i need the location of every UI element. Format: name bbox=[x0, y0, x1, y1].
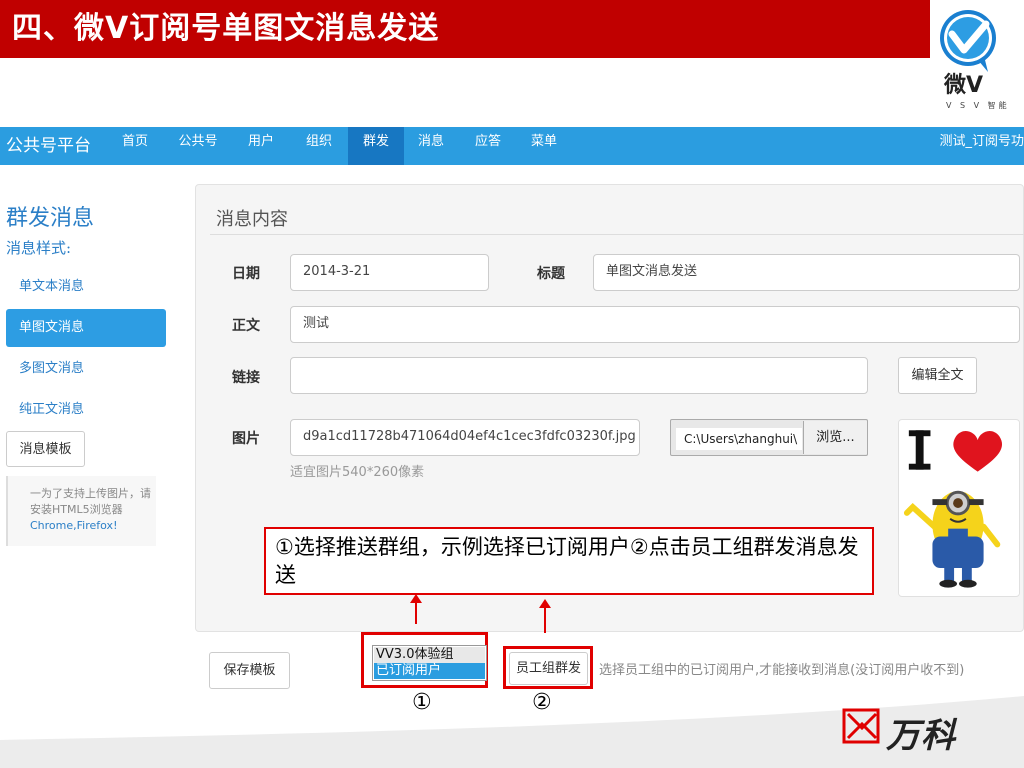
body-input[interactable]: 测试 bbox=[290, 306, 1020, 343]
account-name[interactable]: 测试_订阅号功 bbox=[939, 127, 1024, 165]
platform-brand[interactable]: 公共号平台 bbox=[6, 127, 91, 165]
body-label: 正文 bbox=[232, 318, 260, 334]
sidebar-item-single-text[interactable]: 单文本消息 bbox=[6, 268, 166, 306]
sidebar-title: 群发消息 bbox=[6, 206, 95, 231]
nav-item-auto-reply[interactable]: 应答 bbox=[465, 127, 511, 165]
image-filename-input[interactable]: d9a1cd11728b471064d04ef4c1cec3fdfc03230f… bbox=[290, 419, 640, 456]
image-size-hint: 适宜图片540*260像素 bbox=[290, 465, 425, 480]
nav-item-users[interactable]: 用户 bbox=[238, 127, 284, 165]
employee-group-send-button[interactable]: 员工组群发 bbox=[509, 652, 588, 685]
image-label: 图片 bbox=[232, 431, 260, 447]
subject-label: 标题 bbox=[537, 266, 565, 282]
group-send-hint: 选择员工组中的已订阅用户,才能接收到消息(没订阅用户收不到) bbox=[599, 663, 965, 678]
sidebar-item-single-image-text[interactable]: 单图文消息 bbox=[6, 309, 166, 347]
nav-item-public-account[interactable]: 公共号 bbox=[170, 127, 226, 165]
nav-item-menu[interactable]: 菜单 bbox=[521, 127, 567, 165]
date-input[interactable]: 2014-3-21 bbox=[290, 254, 489, 291]
browser-notice-suffix: ! bbox=[113, 519, 118, 532]
message-template-button[interactable]: 消息模板 bbox=[6, 431, 85, 467]
sidebar-subtitle: 消息样式: bbox=[6, 239, 72, 257]
group-option-subscribed[interactable]: 已订阅用户 bbox=[374, 663, 485, 679]
vanke-logo-icon bbox=[842, 708, 880, 744]
nav-item-messages[interactable]: 消息 bbox=[408, 127, 454, 165]
logo-wordmark: 微V bbox=[944, 73, 984, 98]
date-label: 日期 bbox=[232, 266, 260, 282]
instruction-text: ①选择推送群组，示例选择已订阅用户②点击员工组群发消息发送 bbox=[275, 535, 859, 587]
save-template-button[interactable]: 保存模板 bbox=[209, 652, 290, 689]
sidebar-item-multi-image-text[interactable]: 多图文消息 bbox=[6, 350, 166, 388]
arrow-shaft bbox=[544, 607, 546, 633]
vanke-wordmark: 万科 bbox=[886, 716, 956, 756]
browser-notice: 一为了支持上传图片，请安装HTML5浏览器 Chrome,Firefox! bbox=[6, 476, 156, 546]
panel-divider bbox=[210, 234, 1024, 235]
link-label: 链接 bbox=[232, 370, 260, 386]
browser-notice-text: 一为了支持上传图片，请安装HTML5浏览器 bbox=[30, 487, 151, 516]
nav-item-mass-send[interactable]: 群发 bbox=[348, 127, 404, 165]
logo-subtext: V S V 智能 bbox=[946, 101, 1010, 110]
slide-title: 四、微V订阅号单图文消息发送 bbox=[12, 11, 440, 46]
group-option-vv30[interactable]: VV3.0体验组 bbox=[374, 647, 485, 663]
browser-notice-browsers: Chrome,Firefox bbox=[30, 519, 114, 532]
file-path-field[interactable]: C:\Users\zhanghui\ bbox=[676, 428, 802, 450]
panel-title: 消息内容 bbox=[216, 209, 288, 230]
edit-full-text-button[interactable]: 编辑全文 bbox=[898, 357, 977, 394]
sidebar-item-plain-body[interactable]: 纯正文消息 bbox=[6, 391, 166, 429]
subject-input[interactable]: 单图文消息发送 bbox=[593, 254, 1020, 291]
image-preview bbox=[898, 419, 1020, 597]
link-input[interactable] bbox=[290, 357, 868, 394]
nav-item-organization[interactable]: 组织 bbox=[296, 127, 342, 165]
nav-item-home[interactable]: 首页 bbox=[112, 127, 158, 165]
browse-button[interactable]: 浏览... bbox=[803, 421, 867, 454]
arrow-shaft bbox=[415, 602, 417, 624]
